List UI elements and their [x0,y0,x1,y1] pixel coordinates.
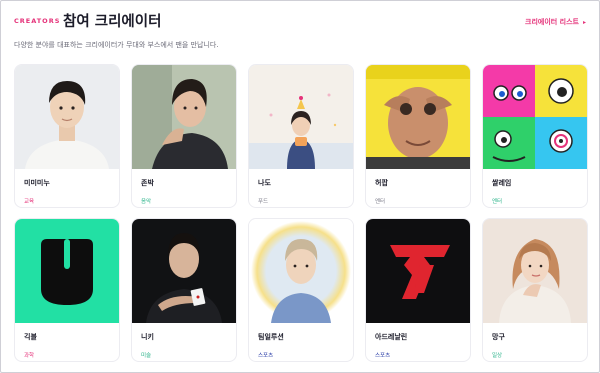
creator-category: 음악 [141,199,152,205]
creator-card[interactable]: 망구 일상 [482,218,588,362]
creator-card[interactable]: 미미미누 교육 [14,64,120,208]
man-hand-mask-photo [366,65,470,169]
man-portrait-leaning-photo [132,65,236,169]
chevron-right-icon: ▸ [582,18,586,26]
creator-category: 일상 [492,353,503,359]
creator-category: 엔터 [375,199,386,205]
page-title: 참여 크리에이터 [63,14,162,30]
creator-category: 미술 [141,353,152,359]
creator-category: 스포츠 [375,353,391,359]
geekble-logo [15,219,119,323]
creator-name: 니키 [141,333,154,341]
creator-name: 미미미누 [24,179,50,187]
creator-card[interactable]: 긱블 과학 [14,218,120,362]
page-subtitle: 다양한 분야를 대표하는 크리에이터가 무대와 부스에서 팬을 만납니다. [14,41,219,49]
cartoon-faces-photo [483,65,587,169]
section-eyebrow: CREATORS [14,17,61,25]
creator-list-link-label: 크리에이터 리스트 [525,18,579,26]
man-holding-card-photo [132,219,236,323]
creator-card[interactable]: 아드레날린 스포츠 [365,218,471,362]
woman-portrait-photo [483,219,587,323]
section-header: CREATORS 참여 크리에이터 크리에이터 리스트 ▸ [14,10,586,32]
creator-name: 팀일루션 [258,333,284,341]
creator-card[interactable]: 니키 미술 [131,218,237,362]
creator-name: 긱블 [24,333,37,341]
creator-name: 쌀레임 [492,179,512,187]
creator-name: 나도 [258,179,271,187]
creator-name: 허팝 [375,179,388,187]
creator-category: 엔터 [492,199,503,205]
creator-category: 스포츠 [258,353,274,359]
man-circle-portrait-photo [249,219,353,323]
creator-name: 존박 [141,179,154,187]
creator-name: 망구 [492,333,505,341]
creator-category: 교육 [24,199,35,205]
creator-card[interactable]: 나도 푸드 [248,64,354,208]
creator-category: 과학 [24,353,35,359]
creator-list-link[interactable]: 크리에이터 리스트 ▸ [525,17,586,27]
page-frame: CREATORS 참여 크리에이터 크리에이터 리스트 ▸ 다양한 분야를 대표… [0,0,600,373]
creator-category: 푸드 [258,199,269,205]
creator-card[interactable]: 존박 음악 [131,64,237,208]
adrenaline-logo [366,219,470,323]
creator-card[interactable]: 팀일루션 스포츠 [248,218,354,362]
creator-card[interactable]: 허팝 엔터 [365,64,471,208]
woman-with-cake-photo [249,65,353,169]
creator-grid: 미미미누 교육 존박 음악 나도 푸드 허팝 엔터 쌀레임 엔터 긱블 과학 니… [14,64,588,362]
creator-card[interactable]: 쌀레임 엔터 [482,64,588,208]
creator-name: 아드레날린 [375,333,408,341]
man-portrait-white-sweater-photo [15,65,119,169]
